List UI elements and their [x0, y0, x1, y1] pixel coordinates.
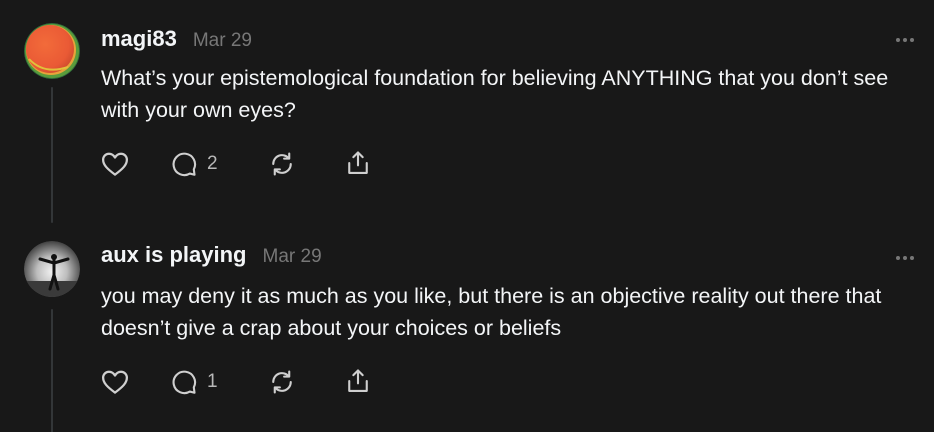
repost-icon [272, 370, 292, 394]
like-button[interactable] [100, 149, 130, 179]
thread-line [51, 87, 53, 223]
post: aux is playing Mar 29 you may deny it as… [0, 230, 934, 432]
post-header: magi83 Mar 29 [101, 26, 252, 54]
post-actions: 2 [100, 148, 368, 180]
share-button[interactable] [344, 367, 372, 395]
post-text: you may deny it as much as you like, but… [101, 284, 882, 340]
more-horizontal-icon[interactable] [894, 250, 916, 260]
post: magi83 Mar 29 What’s your epistemologica… [0, 0, 934, 230]
username[interactable]: aux is playing [101, 242, 247, 268]
repost-icon [272, 152, 292, 176]
post-text: What’s your epistemological foundation f… [101, 66, 889, 122]
thread-line [51, 309, 53, 432]
heart-icon [102, 152, 128, 176]
repost-button[interactable] [268, 368, 296, 396]
reply-count: 1 [207, 371, 218, 392]
post-actions: 1 [100, 366, 368, 398]
username[interactable]: magi83 [101, 26, 177, 52]
comment-icon [172, 370, 197, 395]
timestamp[interactable]: Mar 29 [263, 246, 322, 268]
comment-icon [172, 152, 197, 177]
like-button[interactable] [100, 367, 130, 397]
share-button[interactable] [344, 149, 372, 177]
share-icon [348, 151, 368, 174]
heart-icon [102, 370, 128, 394]
share-icon [348, 369, 368, 392]
repost-button[interactable] [268, 150, 296, 178]
timestamp[interactable]: Mar 29 [193, 30, 252, 52]
reply-button[interactable]: 2 [170, 150, 218, 178]
more-horizontal-icon[interactable] [894, 32, 916, 42]
post-header: aux is playing Mar 29 [101, 242, 322, 270]
thread: magi83 Mar 29 What’s your epistemologica… [0, 0, 934, 432]
avatar[interactable] [24, 241, 80, 297]
avatar[interactable] [24, 23, 80, 79]
reply-button[interactable]: 1 [170, 368, 218, 396]
gradient-circle-avatar-icon [24, 23, 80, 79]
reply-count: 2 [207, 153, 218, 174]
silhouette-photo-avatar-icon [24, 241, 80, 297]
